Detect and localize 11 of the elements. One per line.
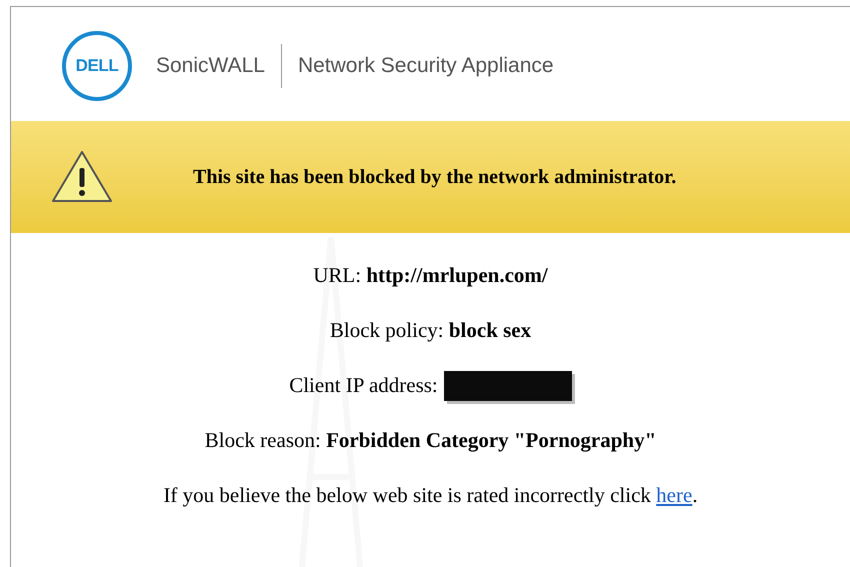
logo: DELL	[62, 31, 132, 101]
block-message: This site has been blocked by the network administrator.	[193, 165, 676, 190]
here-link[interactable]: here	[656, 483, 692, 507]
detail-line: URL: http://mrlupen.com/	[313, 262, 548, 289]
report-sentence: If you believe the below web site is rated incorrectly click here.	[163, 482, 698, 509]
product-name: Network Security Appliance	[298, 53, 554, 80]
detail-line: Block policy: block sex	[330, 317, 532, 344]
warning-icon	[50, 149, 114, 205]
detail-line: Block reason: Forbidden Category "Pornography"	[204, 427, 656, 454]
brand-name: SonicWALL	[156, 53, 265, 80]
detail-label: Client IP address:	[289, 372, 438, 399]
